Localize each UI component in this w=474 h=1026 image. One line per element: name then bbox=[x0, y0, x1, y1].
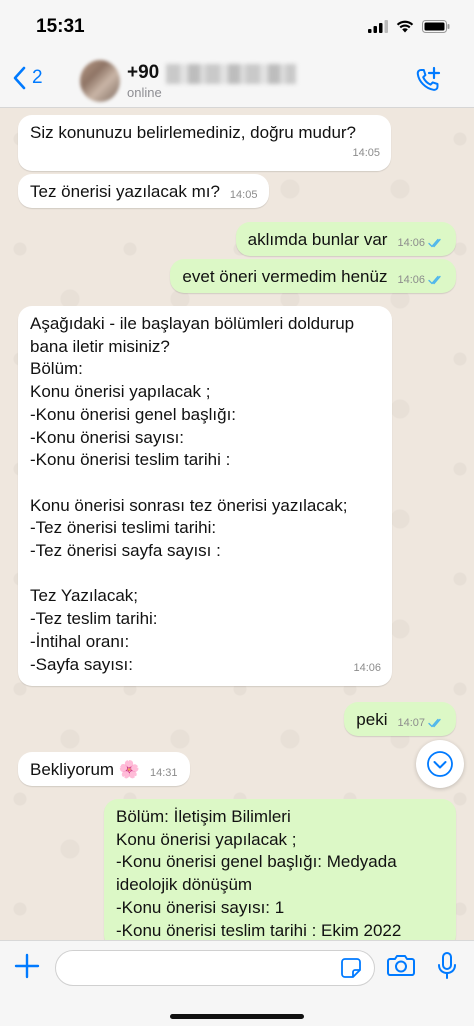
message-text: Aşağıdaki - ile başlayan bölümleri doldu… bbox=[30, 314, 355, 674]
status-icons bbox=[368, 20, 450, 33]
message-time: 14:05 bbox=[229, 189, 258, 201]
sticker-icon bbox=[341, 958, 361, 978]
battery-icon bbox=[422, 20, 450, 33]
wifi-icon bbox=[396, 20, 414, 33]
double-check-icon bbox=[428, 276, 441, 285]
message-time: 14:06 bbox=[397, 269, 444, 292]
message-outgoing[interactable]: aklımda bunlar var 14:06 bbox=[235, 222, 456, 256]
home-indicator bbox=[170, 1014, 304, 1019]
message-text: Tez önerisi yazılacak mı? bbox=[30, 182, 220, 201]
avatar[interactable] bbox=[80, 60, 120, 102]
message-list[interactable]: Siz konunuzu belirlemediniz, doğru mudur… bbox=[0, 109, 474, 940]
message-text: Siz konunuzu belirlemediniz, doğru mudur… bbox=[30, 123, 357, 142]
composer-bar bbox=[0, 940, 474, 1026]
message-text: aklımda bunlar var bbox=[247, 230, 388, 249]
redacted-name bbox=[166, 64, 296, 84]
chevron-left-icon bbox=[13, 66, 26, 90]
attach-button[interactable] bbox=[14, 953, 40, 984]
message-incoming[interactable]: Bekliyorum 🌸 14:31 bbox=[18, 752, 190, 786]
contact-status: online bbox=[127, 85, 162, 100]
message-text: evet öneri vermedim henüz bbox=[182, 267, 388, 286]
message-incoming[interactable]: Tez önerisi yazılacak mı? 14:05 bbox=[18, 174, 270, 208]
message-time: 14:07 bbox=[397, 712, 444, 735]
signal-icon bbox=[368, 20, 388, 33]
add-call-button[interactable] bbox=[414, 66, 442, 99]
message-time: 14:05 bbox=[352, 147, 380, 160]
status-bar: 15:31 bbox=[0, 0, 474, 54]
voice-message-button[interactable] bbox=[436, 951, 458, 986]
message-outgoing[interactable]: peki 14:07 bbox=[344, 702, 456, 736]
status-time: 15:31 bbox=[36, 16, 85, 37]
mic-icon bbox=[438, 952, 456, 979]
message-time: 14:06 bbox=[397, 232, 444, 255]
unread-count: 2 bbox=[32, 67, 43, 88]
message-input[interactable] bbox=[55, 950, 375, 986]
message-time: 14:06 bbox=[353, 662, 381, 675]
message-text: peki bbox=[356, 710, 388, 729]
sticker-button[interactable] bbox=[340, 957, 362, 984]
message-outgoing[interactable]: Bölüm: İletişim Bilimleri Konu önerisi y… bbox=[104, 799, 456, 940]
message-incoming[interactable]: Siz konunuzu belirlemediniz, doğru mudur… bbox=[18, 115, 391, 171]
camera-button[interactable] bbox=[387, 953, 415, 982]
message-outgoing[interactable]: evet öneri vermedim henüz 14:06 bbox=[170, 259, 456, 293]
contact-name[interactable]: +90 bbox=[127, 62, 159, 84]
add-call-icon bbox=[416, 66, 441, 91]
chat-header: 2 +90 online bbox=[0, 54, 474, 108]
double-check-icon bbox=[428, 239, 441, 248]
back-button[interactable]: 2 bbox=[12, 66, 43, 90]
scroll-to-bottom-button[interactable] bbox=[416, 740, 464, 788]
message-time: 14:31 bbox=[149, 767, 178, 779]
double-check-icon bbox=[428, 719, 441, 728]
message-text: Bölüm: İletişim Bilimleri Konu önerisi y… bbox=[116, 807, 402, 940]
plus-icon bbox=[14, 953, 40, 979]
message-text: Bekliyorum 🌸 bbox=[30, 760, 140, 779]
chevron-down-icon bbox=[427, 751, 453, 777]
message-incoming[interactable]: Aşağıdaki - ile başlayan bölümleri doldu… bbox=[18, 306, 392, 686]
camera-icon bbox=[387, 955, 415, 976]
